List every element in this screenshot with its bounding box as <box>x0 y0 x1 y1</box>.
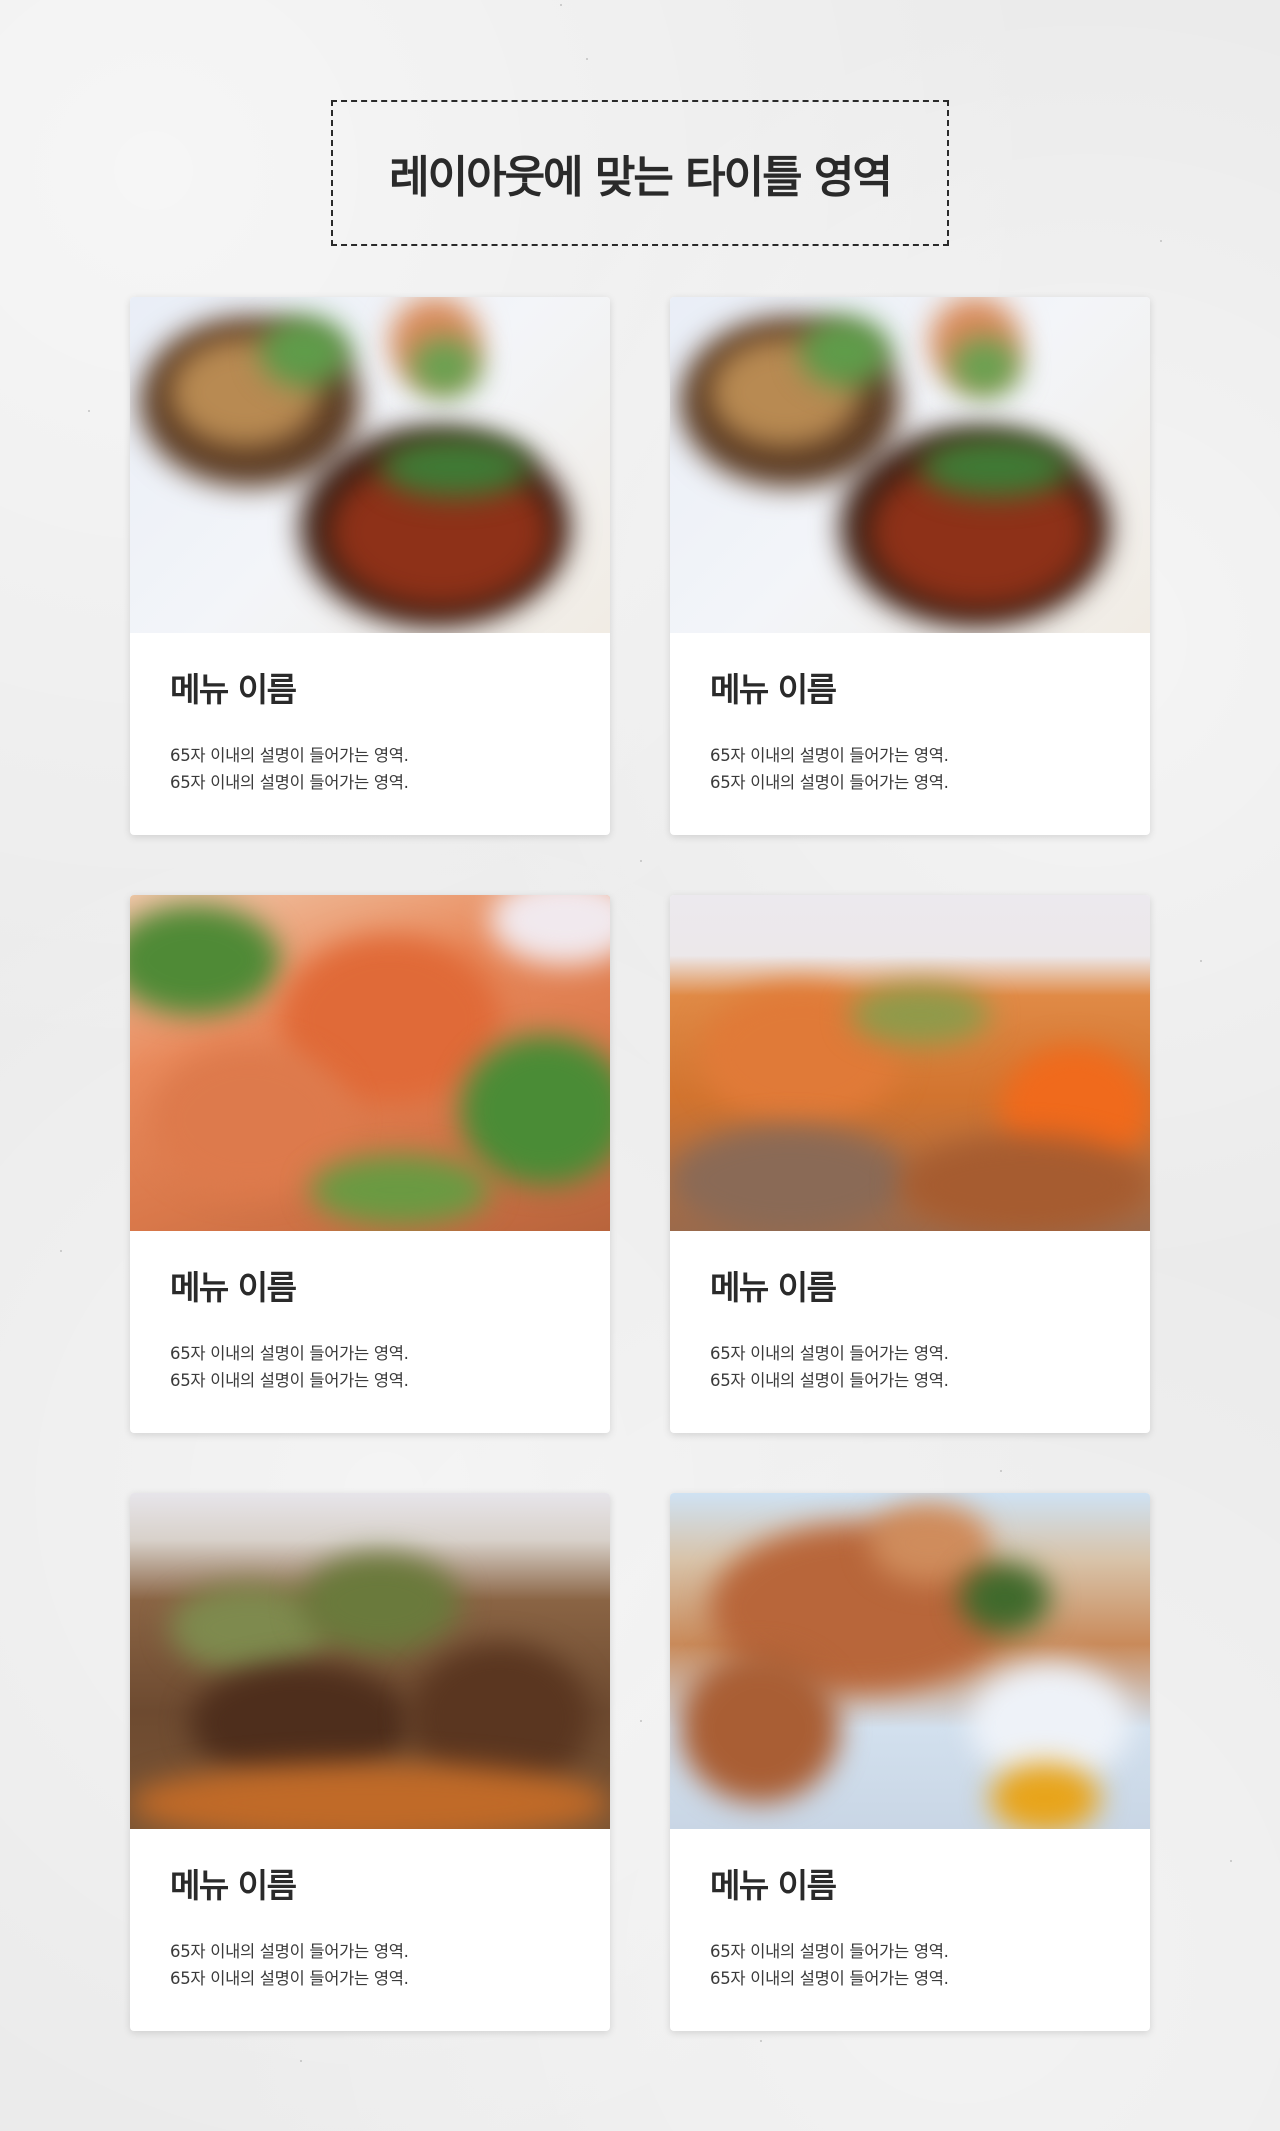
menu-name: 메뉴 이름 <box>710 1866 837 1905</box>
food-photo <box>670 895 1150 1231</box>
food-photo <box>670 297 1150 633</box>
menu-card[interactable]: 메뉴 이름 65자 이내의 설명이 들어가는 영역. 65자 이내의 설명이 들… <box>130 895 610 1433</box>
title-area: 레이아웃에 맞는 타이틀 영역 <box>331 100 949 246</box>
menu-name: 메뉴 이름 <box>710 670 837 709</box>
menu-card[interactable]: 메뉴 이름 65자 이내의 설명이 들어가는 영역. 65자 이내의 설명이 들… <box>670 297 1150 835</box>
food-photo <box>130 297 610 633</box>
menu-description: 65자 이내의 설명이 들어가는 영역. 65자 이내의 설명이 들어가는 영역… <box>710 1942 949 1988</box>
menu-name: 메뉴 이름 <box>170 1866 297 1905</box>
menu-card[interactable]: 메뉴 이름 65자 이내의 설명이 들어가는 영역. 65자 이내의 설명이 들… <box>670 1493 1150 2031</box>
menu-description: 65자 이내의 설명이 들어가는 영역. 65자 이내의 설명이 들어가는 영역… <box>170 1942 409 1988</box>
menu-description: 65자 이내의 설명이 들어가는 영역. 65자 이내의 설명이 들어가는 영역… <box>170 1344 409 1390</box>
menu-description: 65자 이내의 설명이 들어가는 영역. 65자 이내의 설명이 들어가는 영역… <box>170 746 409 792</box>
food-photo <box>670 1493 1150 1829</box>
food-photo <box>130 895 610 1231</box>
menu-description: 65자 이내의 설명이 들어가는 영역. 65자 이내의 설명이 들어가는 영역… <box>710 746 949 792</box>
menu-name: 메뉴 이름 <box>170 1268 297 1307</box>
page-title: 레이아웃에 맞는 타이틀 영역 <box>389 152 893 203</box>
food-photo <box>130 1493 610 1829</box>
menu-card[interactable]: 메뉴 이름 65자 이내의 설명이 들어가는 영역. 65자 이내의 설명이 들… <box>130 1493 610 2031</box>
menu-name: 메뉴 이름 <box>710 1268 837 1307</box>
menu-description: 65자 이내의 설명이 들어가는 영역. 65자 이내의 설명이 들어가는 영역… <box>710 1344 949 1390</box>
menu-name: 메뉴 이름 <box>170 670 297 709</box>
menu-card[interactable]: 메뉴 이름 65자 이내의 설명이 들어가는 영역. 65자 이내의 설명이 들… <box>130 297 610 835</box>
menu-card[interactable]: 메뉴 이름 65자 이내의 설명이 들어가는 영역. 65자 이내의 설명이 들… <box>670 895 1150 1433</box>
